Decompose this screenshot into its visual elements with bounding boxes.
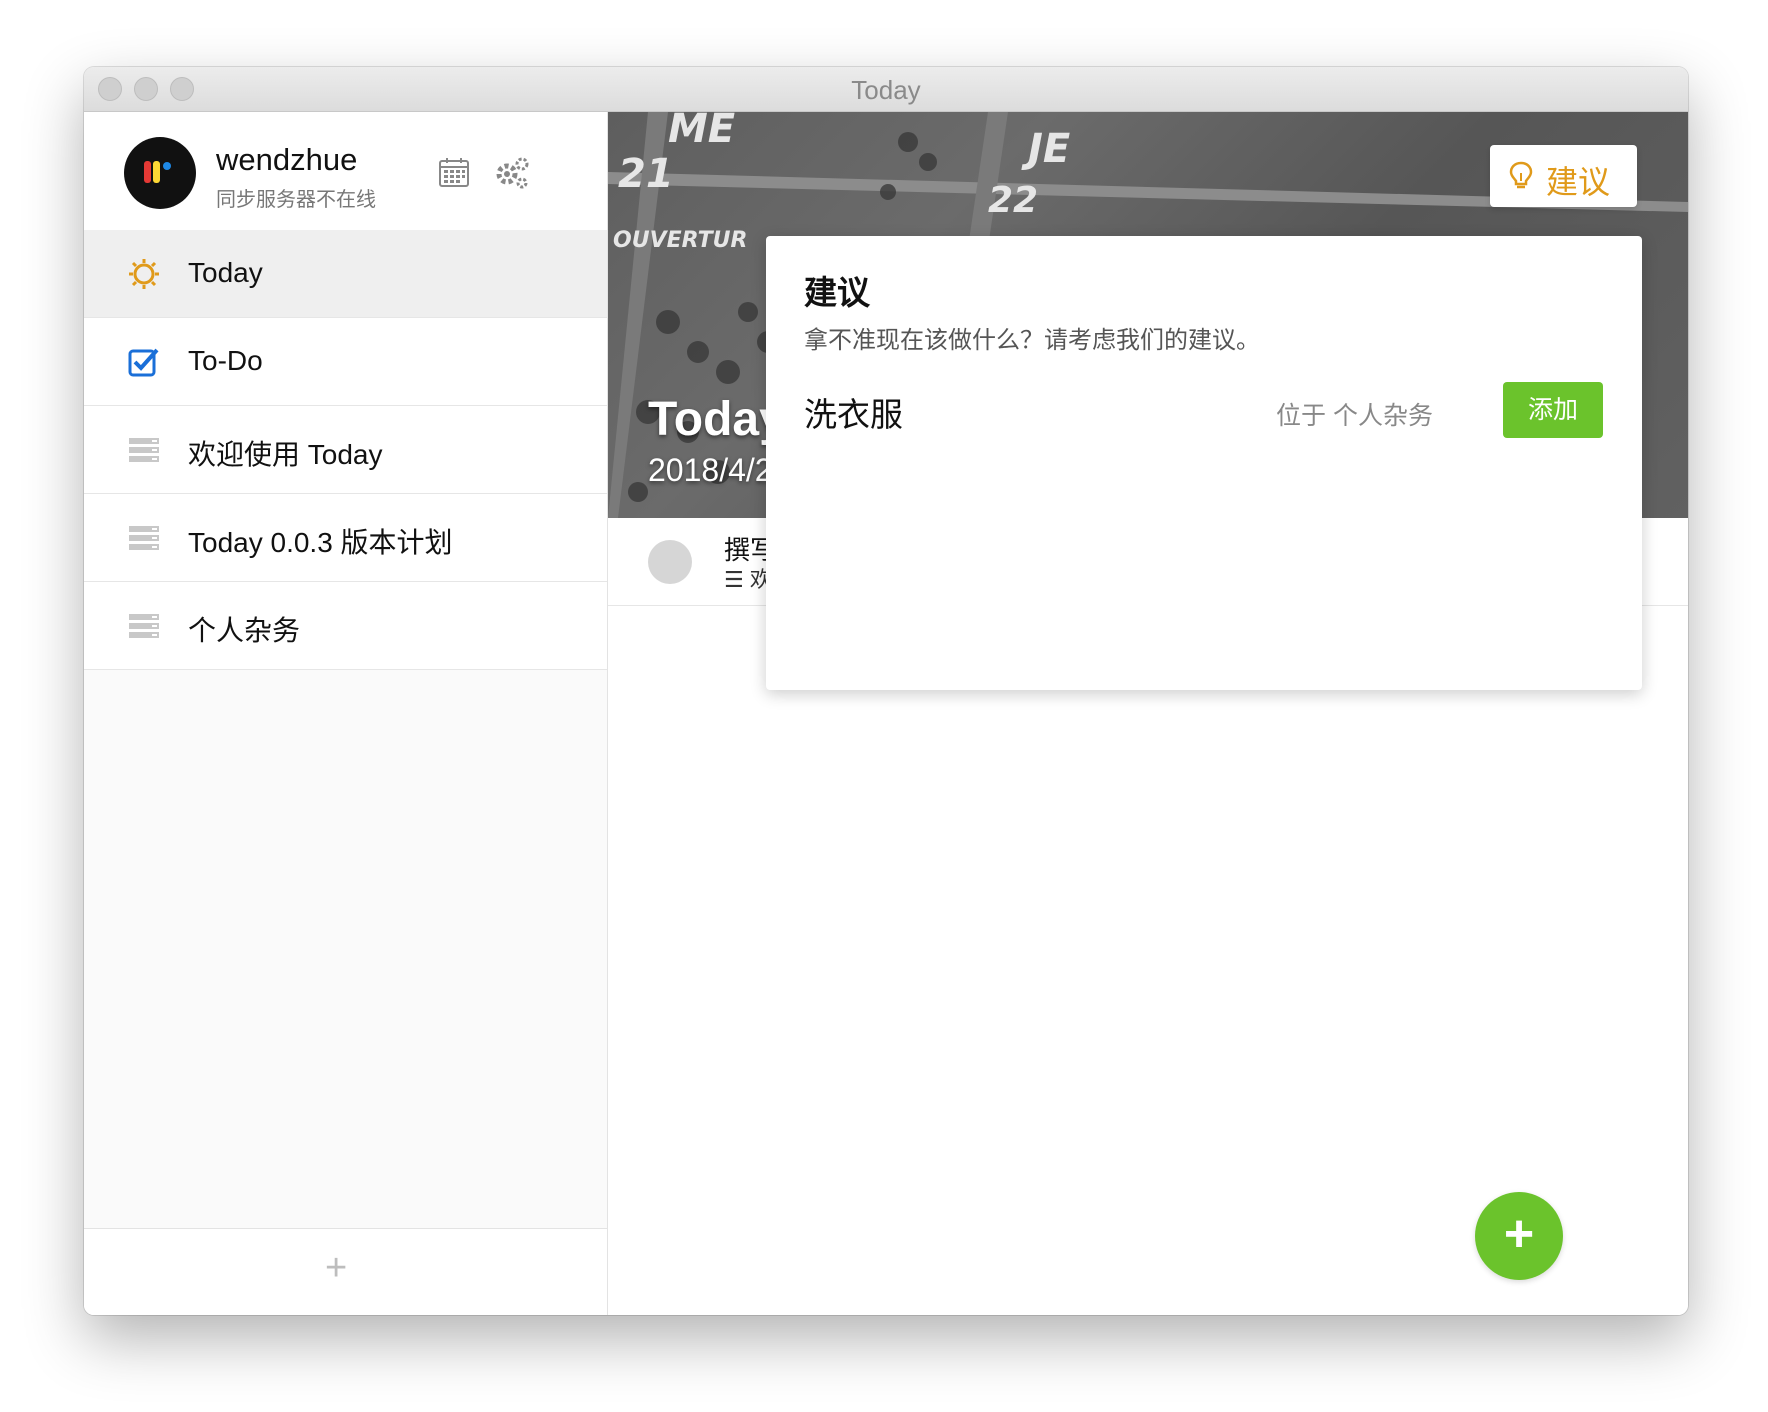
calendar-icon[interactable] bbox=[438, 156, 470, 193]
svg-text:JE: JE bbox=[1021, 126, 1070, 172]
avatar-logo-icon bbox=[144, 161, 171, 183]
avatar[interactable] bbox=[124, 137, 196, 209]
settings-gears-icon[interactable] bbox=[494, 156, 530, 195]
sidebar-nav: Today To-Do 欢迎使用 Today Today 0.0.3 版本计划 … bbox=[84, 230, 607, 670]
add-task-button[interactable]: + bbox=[1475, 1192, 1563, 1280]
task-complete-checkbox[interactable] bbox=[648, 540, 692, 584]
hero-date: 2018/4/2 bbox=[648, 452, 773, 488]
username: wendzhue bbox=[216, 142, 358, 177]
popover-subtitle: 拿不准现在该做什么？请考虑我们的建议。 bbox=[804, 327, 1260, 354]
sidebar-item-label: Today bbox=[188, 257, 263, 288]
sidebar-item-version-plan[interactable]: Today 0.0.3 版本计划 bbox=[84, 494, 607, 582]
svg-text:ME: ME bbox=[668, 112, 735, 152]
task-list-label: ☰ 欢 bbox=[724, 567, 772, 592]
sidebar: wendzhue 同步服务器不在线 Today To-Do 欢迎使用 Today… bbox=[84, 112, 608, 1315]
title-bar: Today bbox=[84, 67, 1688, 112]
profile-header: wendzhue 同步服务器不在线 bbox=[84, 112, 607, 230]
popover-title: 建议 bbox=[804, 274, 870, 311]
svg-text:21: 21 bbox=[618, 151, 674, 197]
sidebar-footer: + bbox=[84, 1228, 607, 1315]
list-icon bbox=[128, 434, 160, 466]
add-suggestion-button[interactable]: 添加 bbox=[1503, 382, 1603, 438]
checkbox-icon bbox=[128, 346, 160, 378]
suggestion-item-location: 位于 个人杂务 bbox=[1276, 402, 1433, 430]
sidebar-item-welcome[interactable]: 欢迎使用 Today bbox=[84, 406, 607, 494]
add-list-button[interactable]: + bbox=[325, 1247, 347, 1290]
sun-icon bbox=[128, 258, 160, 290]
plus-icon: + bbox=[1503, 1205, 1535, 1263]
suggestions-button-label: 建议 bbox=[1546, 164, 1611, 200]
sidebar-item-label: Today 0.0.3 版本计划 bbox=[188, 527, 453, 558]
sidebar-item-todo[interactable]: To-Do bbox=[84, 318, 607, 406]
svg-text:OUVERTUR: OUVERTUR bbox=[613, 228, 747, 253]
lightbulb-icon bbox=[1509, 161, 1533, 189]
list-icon bbox=[128, 610, 160, 642]
window-title: Today bbox=[851, 75, 921, 105]
suggestion-item-name: 洗衣服 bbox=[804, 396, 903, 433]
sidebar-item-today[interactable]: Today bbox=[84, 230, 607, 318]
list-icon bbox=[128, 522, 160, 554]
suggestions-button[interactable]: 建议 bbox=[1490, 145, 1637, 207]
sync-status: 同步服务器不在线 bbox=[216, 189, 376, 211]
svg-text:22: 22 bbox=[988, 180, 1038, 221]
sidebar-item-label: To-Do bbox=[188, 345, 263, 376]
sidebar-item-label: 个人杂务 bbox=[188, 615, 301, 646]
sidebar-item-label: 欢迎使用 Today bbox=[188, 439, 383, 470]
suggestions-popover: 建议 拿不准现在该做什么？请考虑我们的建议。 洗衣服 位于 个人杂务 添加 bbox=[766, 236, 1642, 690]
app-window: Today wendzhue 同步服务器不在线 Today To-Do 欢迎使用… bbox=[84, 67, 1688, 1315]
sidebar-item-personal[interactable]: 个人杂务 bbox=[84, 582, 607, 670]
